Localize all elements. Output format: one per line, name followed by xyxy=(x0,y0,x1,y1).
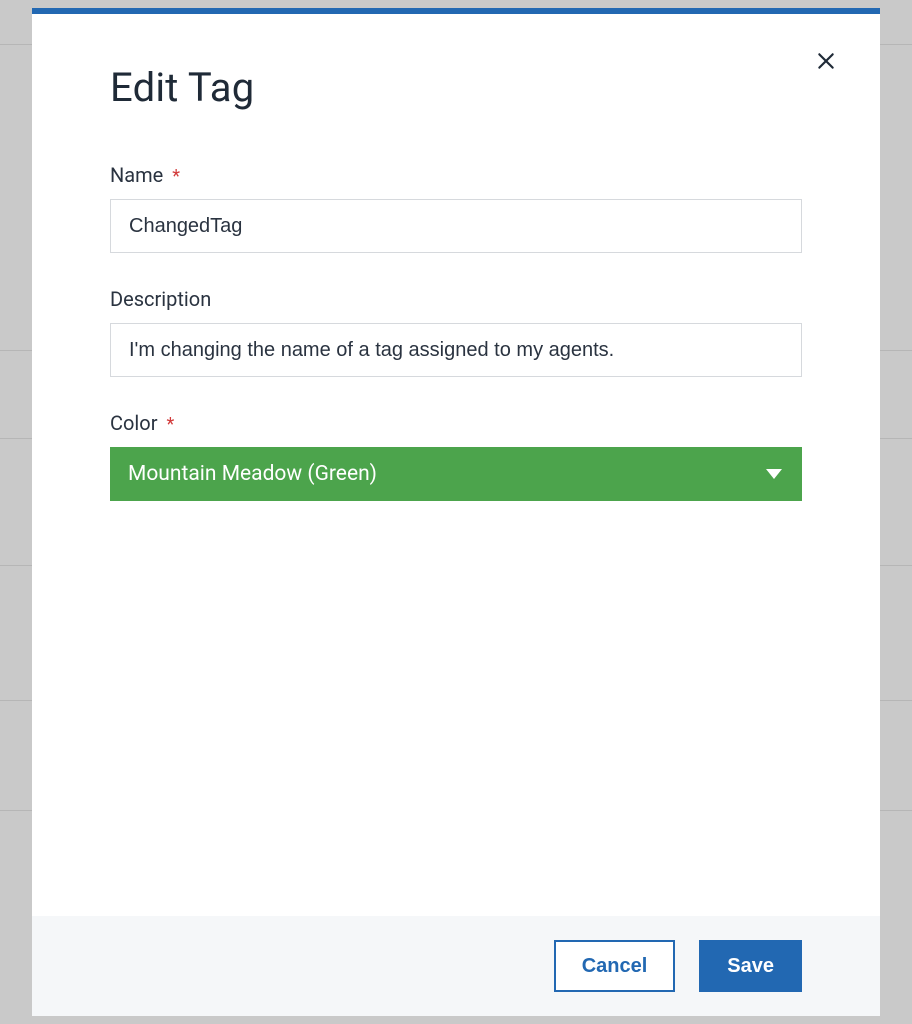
modal-body: Edit Tag Name * Description Color * Moun… xyxy=(32,14,880,916)
description-label-text: Description xyxy=(110,287,211,311)
color-select-value: Mountain Meadow (Green) xyxy=(128,462,377,486)
modal-title: Edit Tag xyxy=(110,64,802,111)
color-select-wrap: Mountain Meadow (Green) xyxy=(110,447,802,501)
description-label: Description xyxy=(110,287,802,311)
close-button[interactable] xyxy=(806,42,846,82)
modal-footer: Cancel Save xyxy=(32,916,880,1016)
name-label: Name * xyxy=(110,163,802,187)
save-button-label: Save xyxy=(727,955,774,978)
save-button[interactable]: Save xyxy=(699,940,802,992)
required-indicator: * xyxy=(166,414,174,435)
edit-tag-modal: Edit Tag Name * Description Color * Moun… xyxy=(32,8,880,1016)
description-field: Description xyxy=(110,287,802,377)
name-label-text: Name xyxy=(110,163,163,187)
description-input[interactable] xyxy=(110,323,802,377)
color-select[interactable]: Mountain Meadow (Green) xyxy=(110,447,802,501)
color-label: Color * xyxy=(110,411,802,435)
close-icon xyxy=(816,51,836,74)
color-field: Color * Mountain Meadow (Green) xyxy=(110,411,802,501)
color-label-text: Color xyxy=(110,411,157,435)
required-indicator: * xyxy=(172,166,180,187)
name-input[interactable] xyxy=(110,199,802,253)
cancel-button-label: Cancel xyxy=(582,955,648,978)
cancel-button[interactable]: Cancel xyxy=(554,940,676,992)
name-field: Name * xyxy=(110,163,802,253)
